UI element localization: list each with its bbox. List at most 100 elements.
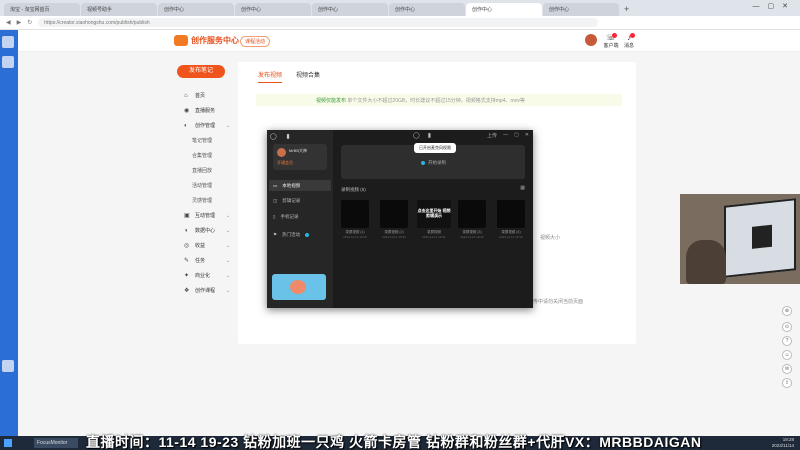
sidebar-item[interactable]: ◑ 数据中心 ⌄: [172, 223, 234, 238]
sidebar-item-label: 灵感管理: [192, 198, 213, 204]
sidebar-item[interactable]: ✦ 商业化 ⌄: [172, 268, 234, 283]
back-icon[interactable]: ◀: [6, 19, 11, 26]
sidebar-item-label: 互动管理: [195, 213, 216, 219]
browser-tab-active[interactable]: 创作中心: [466, 3, 542, 16]
video-thumbnail[interactable]: [341, 200, 369, 228]
sidebar-item-label: 收益: [195, 243, 206, 249]
video-thumbnail-highlight[interactable]: 点击这里开始 视频剪辑演示: [417, 200, 451, 228]
taskbar-clock: 19:28 2023/11/14: [772, 437, 794, 449]
window-controls[interactable]: —▢✕: [753, 2, 796, 10]
minimize-icon[interactable]: —: [503, 132, 508, 139]
app-window-controls: 上传 — ▢ ✕: [487, 132, 529, 139]
sidebar-item[interactable]: 灵感管理: [172, 193, 234, 208]
maximize-icon[interactable]: ▢: [514, 132, 519, 139]
notice-body: 单个文件大小不超过20GB，时长建议不超过15分钟，视频格式支持mp4、mov等: [347, 98, 525, 104]
start-record-label: 开始录制: [428, 160, 446, 165]
tab-video-collection[interactable]: 视频合集: [296, 70, 320, 83]
sidebar-item-icon: ▣: [184, 213, 190, 219]
sidebar-item-label: 商业化: [195, 273, 211, 279]
record-icon[interactable]: ◯: [413, 132, 420, 139]
windows-start-icon[interactable]: [4, 439, 12, 447]
customer-service-icon[interactable]: ☏ 客户端: [603, 33, 619, 49]
back-to-top-icon[interactable]: ⇪: [782, 378, 792, 388]
video-thumbnail[interactable]: [380, 200, 408, 228]
video-date: 2023-11-14 19:31: [422, 235, 446, 239]
sidebar-item[interactable]: ◉ 直播服务: [172, 103, 234, 118]
upload-notice: 视频仅能发布 单个文件大小不超过20GB，时长建议不超过15分钟，视频格式支持m…: [256, 94, 622, 106]
app-nav-edit-records[interactable]: ◫ 剪辑记录: [273, 198, 300, 204]
user-vip-link[interactable]: 开通会员: [277, 160, 293, 166]
browser-tab[interactable]: 创作中心: [158, 3, 234, 16]
app-nav-local-videos[interactable]: ▭ 本地视频: [269, 180, 331, 191]
webcam-overlay: [680, 194, 800, 284]
sidebar-item-label: 笔记管理: [192, 138, 213, 144]
desktop-icon[interactable]: [2, 360, 14, 372]
sidebar-item-label: 直播回放: [192, 168, 213, 174]
float-tool-icon[interactable]: ☺: [782, 350, 792, 360]
publish-note-button[interactable]: 发布笔记: [177, 65, 225, 78]
course-badge[interactable]: 课程活动: [240, 36, 271, 47]
webcam-monitor-window: [752, 224, 772, 249]
sidebar-item[interactable]: 笔记管理: [172, 133, 234, 148]
grid-view-icon[interactable]: ▦: [520, 185, 525, 191]
notice-lead: 视频仅能发布: [316, 98, 347, 104]
desktop-icon[interactable]: [2, 56, 14, 68]
sidebar-item-label: 合集管理: [192, 153, 213, 159]
app-sidebar: ◯ ▮ MrBB大神 开通会员 ▭ 本地视频 ◫ 剪辑记录 ▯ 手机记录 ⚑ 热…: [267, 130, 333, 308]
site-logo[interactable]: 创作服务中心: [174, 35, 239, 46]
stream-ticker: 直播时间：11-14 19-23 钻粉加班一只鸡 火箭卡房管 钻粉群和粉丝群+代…: [86, 434, 702, 450]
browser-tab[interactable]: 创作中心: [235, 3, 311, 16]
sidebar-item-label: 创作管理: [195, 123, 216, 129]
float-tool-icon[interactable]: ⊙: [782, 322, 792, 332]
mic-tooltip: 已开启麦克风权限: [414, 143, 456, 153]
user-card[interactable]: MrBB大神 开通会员: [273, 144, 327, 170]
float-tool-icon[interactable]: ⊕: [782, 306, 792, 316]
recordings-heading: 录制视频 (5): [341, 187, 366, 192]
sidebar-item-icon: ⌂: [184, 92, 188, 99]
sidebar-item-label: 创作课程: [195, 288, 216, 294]
start-dot-icon: [421, 161, 425, 165]
browser-tab[interactable]: 淘宝 - 淘宝网首页: [4, 3, 80, 16]
chevron-down-icon: ⌄: [225, 212, 230, 219]
video-thumbnail[interactable]: [458, 200, 486, 228]
flag-icon: ⚑: [273, 232, 278, 237]
tab-publish-video[interactable]: 发布视频: [258, 70, 283, 83]
browser-tab[interactable]: 创作中心: [389, 3, 465, 16]
refresh-icon[interactable]: ↻: [27, 19, 32, 26]
sidebar-item[interactable]: ⌂ 首页: [172, 88, 234, 103]
sidebar-item[interactable]: ✎ 任务 ⌄: [172, 253, 234, 268]
notification-icon[interactable]: ♪ 消息: [621, 33, 637, 49]
sidebar-item[interactable]: 合集管理: [172, 148, 234, 163]
new-tab-button[interactable]: +: [624, 3, 629, 16]
upload-button[interactable]: 上传: [487, 132, 497, 139]
sidebar-item[interactable]: ❖ 创作课程 ⌄: [172, 283, 234, 298]
sidebar-item[interactable]: 直播回放: [172, 163, 234, 178]
url-field[interactable]: https://creator.xiaohongshu.com/publish/…: [38, 18, 599, 27]
desktop-icon[interactable]: [2, 36, 14, 48]
sidebar-item[interactable]: ▣ 互动管理 ⌄: [172, 208, 234, 223]
browser-tab[interactable]: 视频号助手: [81, 3, 157, 16]
sidebar-menu: ⌂ 首页 ◉ 直播服务 ◐ 创作管理 ⌄ 笔记管理合集管理直播回放活动管理灵感管理 ▣ 互动管理 ⌄…: [172, 88, 234, 298]
sidebar-item[interactable]: ◎ 收益 ⌄: [172, 238, 234, 253]
help-icon[interactable]: ?: [782, 336, 792, 346]
sidebar-item[interactable]: ◐ 创作管理 ⌄: [172, 118, 234, 133]
sidebar-item-icon: ◎: [184, 243, 190, 249]
sidebar-item[interactable]: 活动管理: [172, 178, 234, 193]
message-icon[interactable]: ✉: [782, 364, 792, 374]
footer-note: 上传中请勿关闭当前页面: [528, 299, 584, 305]
close-icon[interactable]: ✕: [525, 132, 529, 139]
browser-tab[interactable]: 创作中心: [543, 3, 619, 16]
app-nav-hot-activities[interactable]: ⚑ 热门活动: [273, 232, 310, 238]
promo-banner[interactable]: [272, 274, 326, 300]
start-record-button[interactable]: 开始录制: [421, 160, 446, 166]
browser-tab[interactable]: 创作中心: [312, 3, 388, 16]
user-avatar: [277, 148, 286, 157]
forward-icon[interactable]: ▶: [17, 19, 22, 26]
mic-icon[interactable]: ▮: [428, 132, 431, 139]
app-nav-phone-records[interactable]: ▯ 手机记录: [273, 214, 298, 220]
avatar[interactable]: [585, 34, 597, 46]
app-top-icons[interactable]: ◯ ▮: [270, 133, 294, 140]
video-thumbnail[interactable]: [497, 200, 525, 228]
chevron-down-icon: ⌄: [225, 227, 230, 234]
taskbar-app[interactable]: FocusMonitor: [34, 438, 78, 448]
